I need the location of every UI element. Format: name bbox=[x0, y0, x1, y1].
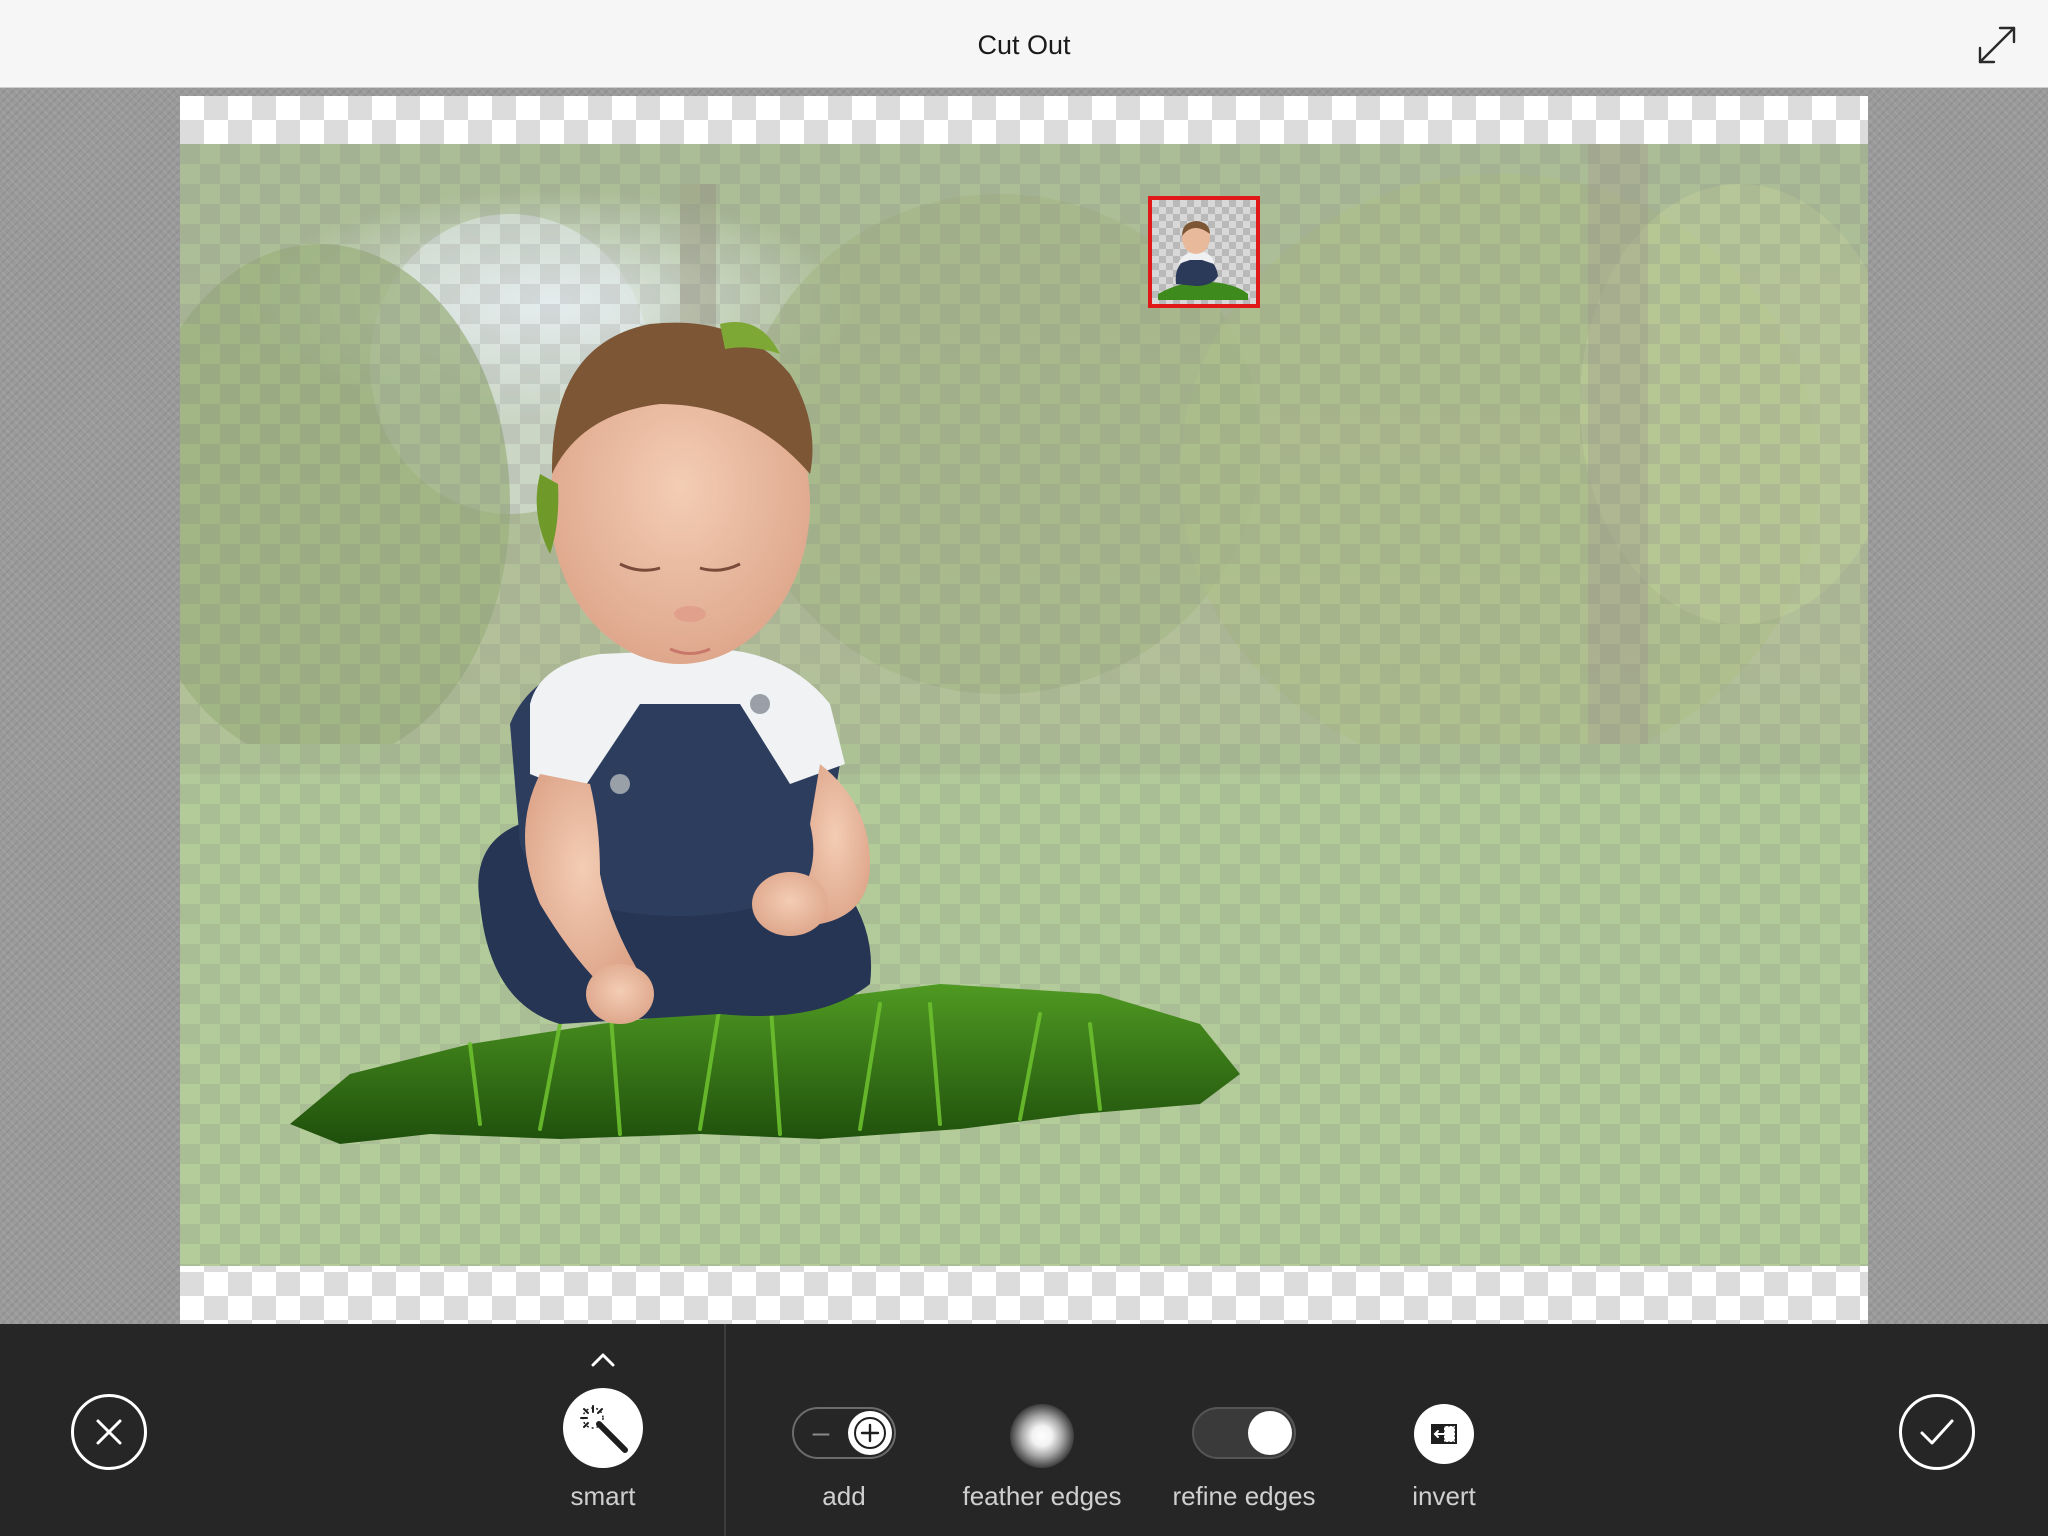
photo-preview[interactable] bbox=[180, 144, 1868, 1266]
tool-invert[interactable]: invert bbox=[1384, 1324, 1504, 1536]
magic-wand-icon bbox=[580, 1405, 628, 1453]
feather-edges-label: feather edges bbox=[962, 1481, 1122, 1511]
expand-button[interactable] bbox=[1974, 22, 2020, 68]
image-canvas[interactable] bbox=[180, 96, 1868, 1324]
toggle-knob bbox=[1248, 1411, 1292, 1455]
smart-tool-button[interactable] bbox=[563, 1388, 643, 1468]
refine-edges-label: refine edges bbox=[1172, 1481, 1316, 1511]
feather-glow-icon bbox=[1010, 1404, 1074, 1468]
bottom-toolbar: smart – add feather edges refine edges i… bbox=[0, 1324, 2048, 1536]
tool-feather-edges[interactable]: feather edges bbox=[952, 1324, 1132, 1536]
confirm-button[interactable] bbox=[1899, 1394, 1975, 1470]
cancel-button[interactable] bbox=[71, 1394, 147, 1470]
invert-label: invert bbox=[1412, 1481, 1476, 1511]
add-knob bbox=[848, 1411, 892, 1455]
toolbar-divider bbox=[724, 1324, 726, 1536]
smart-label: smart bbox=[570, 1481, 636, 1511]
plus-icon bbox=[854, 1417, 886, 1449]
tool-smart[interactable]: smart bbox=[543, 1324, 663, 1536]
add-label: add bbox=[822, 1481, 866, 1511]
header-bar: Cut Out bbox=[0, 0, 2048, 88]
expand-arrows-icon bbox=[1978, 26, 2016, 64]
tool-refine-edges[interactable]: refine edges bbox=[1162, 1324, 1326, 1536]
navigator-thumbnail[interactable] bbox=[1148, 196, 1260, 308]
workspace bbox=[0, 88, 2048, 1324]
page-title: Cut Out bbox=[977, 30, 1071, 60]
cutout-editor: Cut Out smart – add feather edges refine… bbox=[0, 0, 2048, 1536]
chevron-up-icon[interactable] bbox=[591, 1352, 615, 1368]
invert-button[interactable] bbox=[1414, 1404, 1474, 1464]
minus-icon: – bbox=[812, 1416, 830, 1449]
invert-selection-icon bbox=[1431, 1424, 1457, 1444]
add-subtract-toggle[interactable]: – bbox=[792, 1407, 896, 1459]
checkmark-icon bbox=[1920, 1419, 1954, 1445]
refine-edges-toggle[interactable] bbox=[1192, 1407, 1296, 1459]
close-icon bbox=[96, 1419, 122, 1445]
tool-add[interactable]: – add bbox=[778, 1324, 910, 1536]
thumbnail-preview bbox=[1158, 221, 1248, 300]
